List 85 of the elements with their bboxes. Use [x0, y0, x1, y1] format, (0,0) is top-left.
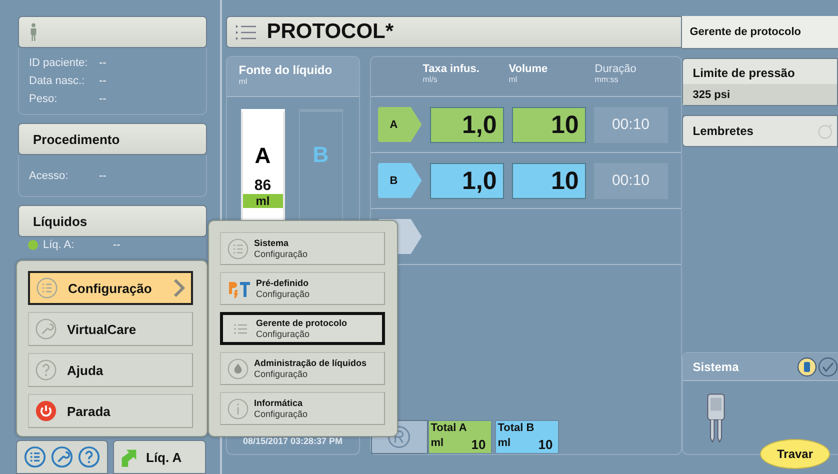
- list-icon: [36, 277, 58, 299]
- field-value: --: [99, 75, 106, 87]
- total-unit: ml: [430, 437, 444, 451]
- info-icon: [227, 398, 249, 420]
- field-value: --: [99, 170, 106, 182]
- submenu-title: Sistema: [254, 238, 290, 248]
- submenu-title: Gerente de protocolo: [256, 318, 348, 328]
- fluid-button[interactable]: Líq. A: [113, 440, 206, 474]
- submenu-title: Administração de líquidos: [254, 358, 367, 368]
- submenu-title: Pré-definido: [256, 278, 310, 288]
- submenu-item[interactable]: Informática Configuração: [220, 392, 385, 425]
- chevron-right-icon: [173, 278, 185, 298]
- column-header: Volume: [508, 63, 549, 75]
- power-icon: [35, 400, 57, 422]
- syringe-volume: 86: [254, 177, 272, 194]
- total-value: 10: [471, 437, 486, 452]
- duration-cell: 00:10: [594, 106, 668, 142]
- card-title: Limite de pressão: [692, 65, 796, 82]
- pressure-limit-card[interactable]: Limite de pressão 325 psi: [682, 58, 838, 106]
- field-label: Líq. A:: [43, 239, 76, 251]
- timer-icon: [817, 122, 835, 140]
- panel-title: Fonte do líquido: [238, 63, 334, 77]
- column-header: Duração: [594, 63, 638, 75]
- help-icon[interactable]: [78, 446, 100, 468]
- wrench-icon[interactable]: [50, 446, 73, 468]
- arrow-icon: [120, 447, 138, 467]
- submenu-item[interactable]: Administração de líquidos Configuração: [220, 352, 385, 385]
- column-unit: ml: [508, 75, 518, 84]
- menu-item[interactable]: VirtualCare: [28, 312, 193, 346]
- wrench-icon: [35, 318, 57, 340]
- field-value: --: [99, 93, 106, 105]
- drop-icon: [227, 358, 249, 380]
- section-header[interactable]: Líquidos: [18, 205, 207, 237]
- syringe-label: B: [312, 142, 329, 168]
- submenu-subtitle: Configuração: [256, 288, 310, 300]
- card-value: 325 psi: [682, 84, 837, 105]
- list-icon[interactable]: [24, 446, 46, 468]
- submenu-subtitle: Configuração: [254, 408, 308, 420]
- field-value: --: [113, 239, 120, 251]
- reminders-card[interactable]: Lembretes: [682, 115, 838, 147]
- card-title: Lembretes: [692, 124, 754, 138]
- column-unit: mm:ss: [594, 75, 620, 84]
- submenu-subtitle: Configuração: [254, 368, 309, 380]
- submenu-item[interactable]: Gerente de protocolo Configuração: [220, 312, 385, 345]
- syringe-label: A: [254, 143, 271, 169]
- phase-tab[interactable]: B: [378, 163, 422, 198]
- duration-cell: 00:10: [594, 162, 668, 198]
- date-time: 08/15/2017 03:28:37 PM: [242, 436, 344, 446]
- submenu-item[interactable]: Pré-definido Configuração: [220, 272, 385, 305]
- lock-button[interactable]: Travar: [760, 439, 830, 469]
- phase-tab[interactable]: A: [378, 107, 422, 142]
- total-label: Total A: [430, 422, 468, 434]
- column-unit: ml/s: [422, 75, 438, 84]
- submenu-title: Informática: [254, 398, 304, 408]
- field-label: ID paciente:: [29, 57, 89, 69]
- submenu-subtitle: Configuração: [256, 328, 311, 340]
- field-label: Peso:: [29, 93, 58, 105]
- submenu-subtitle: Configuração: [254, 248, 308, 260]
- injector-drawing: [704, 391, 727, 445]
- submenu-item[interactable]: Sistema Configuração: [220, 232, 385, 265]
- panel-title: Sistema: [692, 360, 740, 374]
- volume-field[interactable]: 10: [512, 162, 586, 198]
- patient-button[interactable]: [18, 16, 207, 48]
- panel-header: Gerente de protocolo: [682, 16, 838, 49]
- list-icon: [227, 238, 249, 260]
- help-icon: [35, 359, 57, 381]
- volume-field[interactable]: 10: [512, 106, 586, 142]
- protocol-title: PROTOCOL*: [266, 20, 394, 44]
- field-value: --: [99, 57, 106, 69]
- column-header: Taxa infus.: [422, 63, 480, 75]
- rate-field[interactable]: 1,0: [430, 162, 504, 198]
- menu-item[interactable]: Ajuda: [28, 353, 193, 387]
- list-icon: [234, 23, 257, 41]
- total-label: Total B: [498, 422, 536, 434]
- syringe-unit: ml: [242, 194, 283, 208]
- field-label: Acesso:: [29, 170, 70, 182]
- total-value: 10: [538, 437, 553, 452]
- total-unit: ml: [498, 437, 511, 451]
- rate-field[interactable]: 1,0: [430, 106, 504, 142]
- menu-item[interactable]: Configuração: [28, 271, 193, 305]
- menu-item[interactable]: Parada: [28, 394, 193, 428]
- field-label: Data nasc.:: [29, 75, 86, 87]
- check-icon[interactable]: [818, 356, 838, 376]
- section-header[interactable]: Procedimento: [18, 123, 207, 155]
- unit-label: ml: [238, 77, 248, 86]
